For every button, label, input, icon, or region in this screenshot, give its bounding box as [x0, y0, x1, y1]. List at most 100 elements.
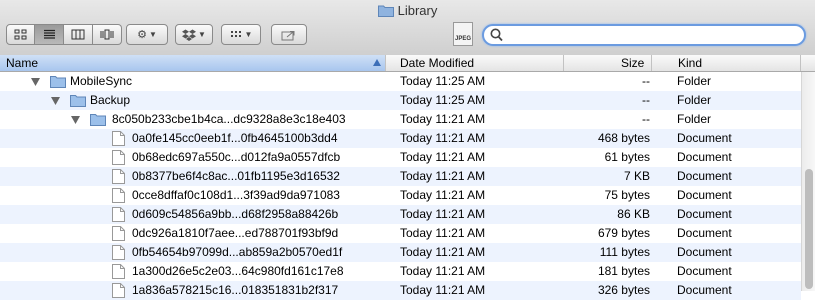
file-name: 0b68edc697a550c...d012fa9a0557dfcb [132, 150, 341, 164]
document-icon [112, 169, 125, 184]
chevron-down-icon: ▼ [244, 30, 253, 39]
list-item[interactable]: MobileSync Today 11:25 AM -- Folder [0, 72, 801, 91]
file-kind: Document [677, 226, 732, 240]
file-date: Today 11:25 AM [400, 93, 486, 107]
file-size: 468 bytes [597, 131, 650, 145]
file-date: Today 11:21 AM [400, 169, 486, 183]
file-kind: Document [677, 245, 732, 259]
file-size: -- [642, 112, 650, 126]
column-header-row: Name Date Modified Size Kind [0, 55, 815, 72]
column-header-kind[interactable]: Kind [672, 55, 801, 71]
search-icon [490, 28, 503, 42]
gear-icon: ⚙ [137, 29, 147, 41]
file-size: 75 bytes [604, 188, 650, 202]
list-item[interactable]: 0d609c54856a9bb...d68f2958a88426b Today … [0, 205, 801, 224]
list-item[interactable]: 0fb54654b97099d...ab859a2b0570ed1f Today… [0, 243, 801, 262]
file-date: Today 11:21 AM [400, 264, 486, 278]
file-date: Today 11:21 AM [400, 226, 486, 240]
list-item[interactable]: 0a0fe145cc0eeb1f...0fb4645100b3dd4 Today… [0, 129, 801, 148]
column-header-size-label: Size [621, 56, 645, 70]
file-size: -- [642, 93, 650, 107]
document-icon [112, 131, 125, 146]
file-date: Today 11:21 AM [400, 131, 486, 145]
file-date: Today 11:25 AM [400, 74, 486, 88]
share-icon [281, 30, 295, 40]
list-item[interactable]: 0b8377be6f4c8ac...01fb1195e3d16532 Today… [0, 167, 801, 186]
folder-icon [90, 114, 106, 126]
list-item[interactable]: 0b68edc697a550c...d012fa9a0557dfcb Today… [0, 148, 801, 167]
document-icon [112, 264, 125, 279]
file-name: 0dc926a1810f7aee...ed788701f93bf9d [132, 226, 339, 240]
column-header-name[interactable]: Name [0, 55, 386, 71]
document-icon [112, 226, 125, 241]
column-header-size[interactable]: Size [564, 55, 652, 71]
column-header-date[interactable]: Date Modified [394, 55, 564, 71]
list-item[interactable]: 0dc926a1810f7aee...ed788701f93bf9d Today… [0, 224, 801, 243]
list-view-button[interactable] [35, 24, 64, 45]
file-kind: Folder [677, 93, 712, 107]
search-input[interactable] [506, 27, 796, 43]
file-kind: Document [677, 169, 732, 183]
window-title-bar: Library [0, 3, 815, 20]
file-kind: Document [677, 188, 732, 202]
icon-view-button[interactable] [6, 24, 35, 45]
file-size: 61 bytes [604, 150, 650, 164]
column-view-icon [71, 29, 85, 40]
list-item[interactable]: 1a300d26e5c2e03...64c980fd161c17e8 Today… [0, 262, 801, 281]
list-item[interactable]: 8c050b233cbe1b4ca...dc9328a8e3c18e403 To… [0, 110, 801, 129]
file-date: Today 11:21 AM [400, 150, 486, 164]
file-date: Today 11:21 AM [400, 207, 486, 221]
coverflow-view-icon [100, 29, 114, 40]
coverflow-view-button[interactable] [93, 24, 122, 45]
document-icon [112, 188, 125, 203]
disclosure-triangle-icon[interactable] [71, 116, 80, 124]
file-kind: Document [677, 207, 732, 221]
file-name: 0cce8dffaf0c108d1...3f39ad9da971083 [132, 188, 340, 202]
folder-icon [50, 76, 66, 88]
dropbox-icon [182, 29, 197, 41]
file-name: 8c050b233cbe1b4ca...dc9328a8e3c18e403 [112, 112, 346, 126]
file-date: Today 11:21 AM [400, 188, 486, 202]
list-item[interactable]: 0cce8dffaf0c108d1...3f39ad9da971083 Toda… [0, 186, 801, 205]
file-size: 181 bytes [597, 264, 650, 278]
dropbox-menu-button[interactable]: ▼ [175, 24, 213, 45]
file-name: MobileSync [70, 74, 133, 88]
file-name: 0a0fe145cc0eeb1f...0fb4645100b3dd4 [132, 131, 338, 145]
chevron-down-icon: ▼ [148, 30, 157, 39]
scrollbar-thumb[interactable] [805, 169, 813, 289]
file-kind: Document [677, 264, 732, 278]
column-header-name-label: Name [6, 56, 39, 70]
jpeg-preview-icon[interactable]: JPEG [453, 22, 473, 46]
action-menu-button[interactable]: ⚙ ▼ [126, 24, 168, 45]
arrange-icon [230, 30, 241, 37]
file-kind: Folder [677, 112, 712, 126]
file-kind: Document [677, 150, 732, 164]
file-name: Backup [90, 93, 131, 107]
file-size: 86 KB [617, 207, 650, 221]
disclosure-triangle-icon[interactable] [31, 78, 40, 86]
disclosure-triangle-icon[interactable] [51, 97, 60, 105]
document-icon [112, 207, 125, 222]
vertical-scrollbar[interactable] [801, 72, 815, 291]
folder-icon [377, 4, 394, 20]
sort-ascending-icon [373, 59, 381, 66]
arrange-menu-button[interactable]: ▼ [221, 24, 261, 45]
view-mode-segmented-control [6, 24, 122, 45]
share-button[interactable] [271, 24, 307, 45]
file-size: -- [642, 74, 650, 88]
list-view-icon [43, 29, 55, 39]
search-field[interactable] [482, 24, 806, 46]
window-title: Library [397, 3, 438, 18]
file-size: 111 bytes [599, 245, 650, 259]
file-size: 679 bytes [597, 226, 650, 240]
chevron-down-icon: ▼ [198, 30, 206, 39]
icon-view-icon [14, 29, 27, 40]
column-view-button[interactable] [64, 24, 93, 45]
file-name: 0fb54654b97099d...ab859a2b0570ed1f [132, 245, 343, 259]
header-corner [801, 55, 815, 72]
list-item[interactable]: Backup Today 11:25 AM -- Folder [0, 91, 801, 110]
file-size: 7 KB [623, 169, 650, 183]
finder-toolbar: Library ⚙ ▼ ▼ ▼ JPEG [0, 0, 815, 56]
file-name: 0b8377be6f4c8ac...01fb1195e3d16532 [132, 169, 340, 183]
document-icon [112, 150, 125, 165]
